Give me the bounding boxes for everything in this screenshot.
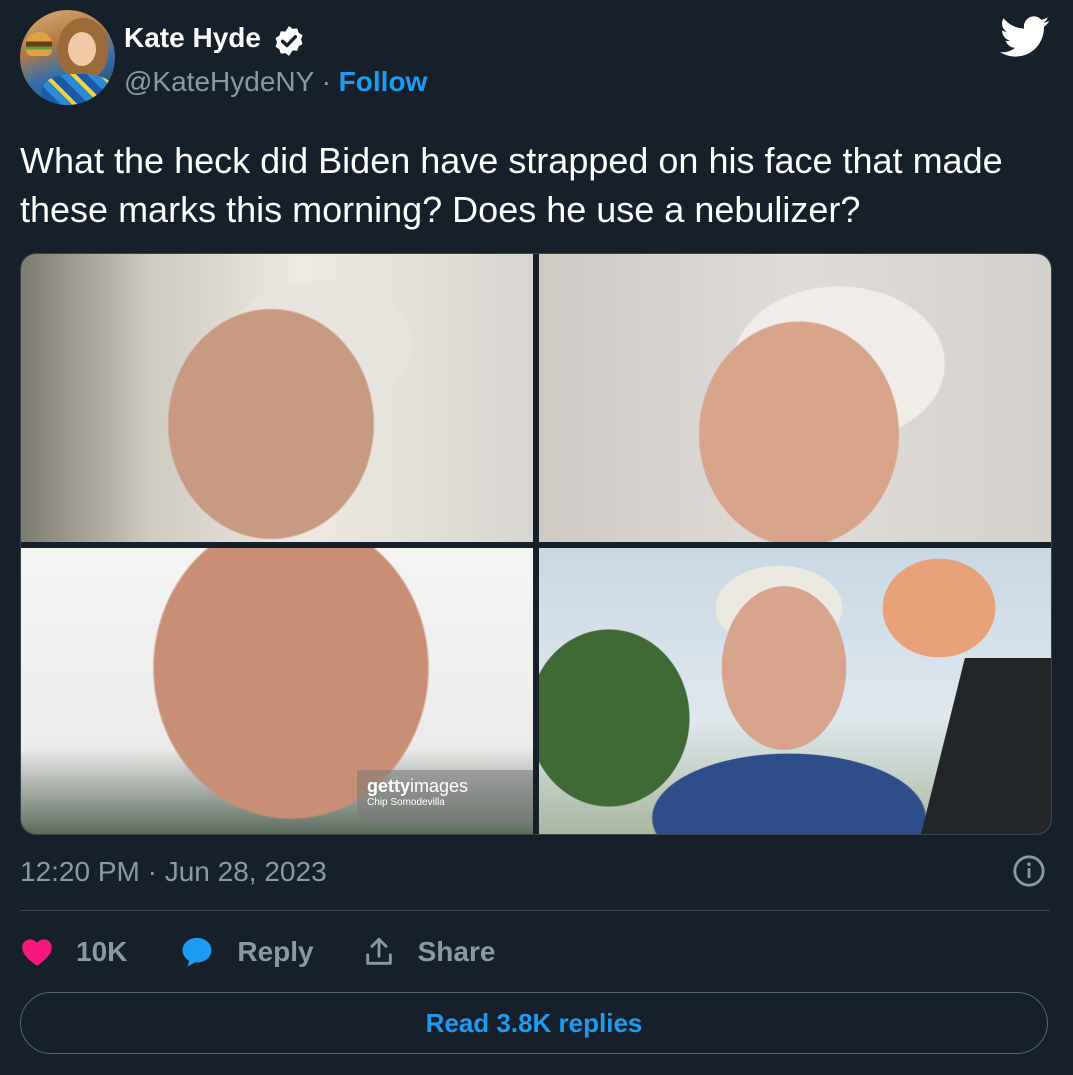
separator-dot: · [321, 66, 331, 97]
photo-4-device [921, 658, 1051, 834]
avatar-burger-graphic [26, 32, 52, 56]
reply-bubble-icon [182, 937, 212, 967]
like-count: 10K [76, 936, 128, 967]
getty-watermark: gettyimages Chip Somodevilla [357, 770, 533, 824]
handle[interactable]: @KateHydeNY [124, 66, 314, 97]
media-grid[interactable]: gettyimages Chip Somodevilla [20, 253, 1052, 835]
reply-button[interactable]: Reply [179, 935, 314, 969]
like-button[interactable]: 10K [20, 936, 127, 968]
photo-1[interactable] [21, 254, 533, 542]
info-icon[interactable] [1012, 854, 1046, 888]
timestamp[interactable]: 12:20 PM · Jun 28, 2023 [20, 856, 327, 888]
share-button[interactable]: Share [362, 935, 496, 969]
photo-3[interactable]: gettyimages Chip Somodevilla [21, 548, 533, 834]
avatar-face [68, 32, 96, 66]
verified-badge-icon [275, 26, 303, 56]
heart-icon [22, 939, 52, 966]
divider [20, 910, 1050, 911]
read-replies-button[interactable]: Read 3.8K replies [20, 992, 1048, 1054]
getty-credit: Chip Somodevilla [367, 797, 445, 808]
twitter-bird-icon[interactable] [1000, 16, 1050, 58]
avatar-dress [42, 74, 114, 105]
tweet-text: What the heck did Biden have strapped on… [20, 140, 1003, 230]
handle-line: @KateHydeNY · Follow [124, 66, 427, 98]
reply-label: Reply [237, 936, 314, 967]
share-icon [365, 937, 392, 965]
getty-brand: gettyimages [367, 776, 469, 796]
avatar[interactable] [20, 10, 115, 105]
photo-2[interactable] [539, 254, 1051, 542]
follow-button[interactable]: Follow [339, 66, 428, 97]
photo-4[interactable] [539, 548, 1051, 834]
display-name[interactable]: Kate Hyde [124, 22, 261, 54]
action-bar: 10K Reply Share [20, 932, 495, 972]
share-label: Share [417, 936, 496, 967]
